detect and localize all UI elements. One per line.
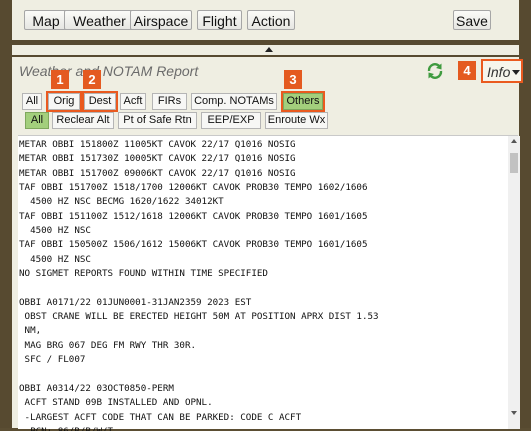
top-toolbar: Map Weather Airspace Flight Action Save <box>12 0 519 40</box>
chevron-down-icon <box>512 70 520 75</box>
weather-button[interactable]: Weather <box>64 10 135 30</box>
subtab-reclear-alt[interactable]: Reclear Alt <box>52 112 114 129</box>
subtab-eep-exp[interactable]: EEP/EXP <box>201 112 261 129</box>
action-button[interactable]: Action <box>247 10 295 30</box>
report-scrollbar[interactable] <box>508 136 520 429</box>
subtab-enroute-wx[interactable]: Enroute Wx <box>265 112 328 129</box>
tab-orig[interactable]: Orig <box>46 91 82 112</box>
panel-title: Weather and NOTAM Report <box>19 63 199 79</box>
map-button[interactable]: Map <box>24 10 68 30</box>
save-button[interactable]: Save <box>453 10 491 30</box>
panel-splitter[interactable] <box>12 45 519 55</box>
info-label: Info <box>487 64 511 80</box>
collapse-arrow-icon[interactable] <box>265 47 273 52</box>
scroll-thumb[interactable] <box>510 153 518 173</box>
info-dropdown[interactable]: Info <box>481 59 523 83</box>
tab-dest[interactable]: Dest <box>82 91 118 112</box>
report-panel: Weather and NOTAM Report Info All Orig D… <box>12 57 523 431</box>
subtab-pt-of-safe-rtn[interactable]: Pt of Safe Rtn <box>118 112 197 129</box>
annotation-badge-3: 3 <box>284 70 302 89</box>
report-text[interactable]: METAR OBBI 151800Z 11005KT CAVOK 22/17 Q… <box>19 136 504 431</box>
subtab-all[interactable]: All <box>25 112 49 129</box>
scroll-down-icon[interactable] <box>511 411 517 415</box>
annotation-badge-1: 1 <box>51 70 69 89</box>
refresh-icon[interactable] <box>426 62 444 80</box>
airspace-button[interactable]: Airspace <box>130 10 192 30</box>
annotation-badge-4: 4 <box>458 61 476 80</box>
annotation-badge-2: 2 <box>83 70 101 89</box>
report-area: METAR OBBI 151800Z 11005KT CAVOK 22/17 Q… <box>18 135 520 431</box>
tab-acft[interactable]: Acft <box>120 93 146 110</box>
flight-button[interactable]: Flight <box>197 10 242 30</box>
tab-all[interactable]: All <box>22 93 42 110</box>
tab-others[interactable]: Others <box>281 91 325 112</box>
tab-comp-notams[interactable]: Comp. NOTAMs <box>191 93 277 110</box>
scroll-up-icon[interactable] <box>511 139 517 143</box>
tab-firs[interactable]: FIRs <box>152 93 187 110</box>
